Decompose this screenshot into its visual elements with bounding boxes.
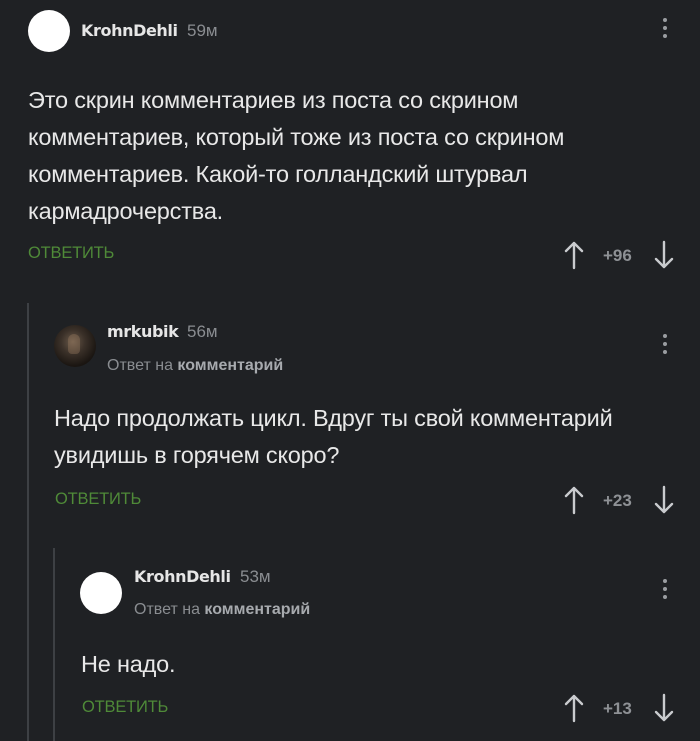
avatar[interactable] bbox=[80, 572, 122, 614]
comment-time: 56м bbox=[187, 322, 218, 341]
comment-text: Не надо. bbox=[81, 651, 176, 677]
reply-to-prefix: Ответ на bbox=[134, 601, 205, 618]
comment-username[interactable]: mrkubik bbox=[107, 322, 179, 341]
thread-line-level-1 bbox=[27, 303, 29, 741]
thread-line-level-2 bbox=[53, 548, 55, 741]
avatar[interactable] bbox=[28, 10, 70, 52]
arrow-up-icon[interactable] bbox=[564, 240, 584, 270]
comment-time: 53м bbox=[240, 567, 271, 586]
arrow-down-icon[interactable] bbox=[654, 485, 674, 515]
kebab-menu-icon[interactable] bbox=[662, 334, 668, 360]
avatar[interactable] bbox=[54, 325, 96, 367]
arrow-up-icon[interactable] bbox=[564, 485, 584, 515]
arrow-up-icon[interactable] bbox=[564, 693, 584, 723]
reply-to-link[interactable]: комментарий bbox=[177, 357, 283, 374]
arrow-down-icon[interactable] bbox=[654, 240, 674, 270]
vote-score: +96 bbox=[603, 246, 632, 265]
reply-button[interactable]: ОТВЕТИТЬ bbox=[28, 244, 114, 263]
vote-score: +13 bbox=[603, 699, 632, 718]
comment-text: Надо продолжать цикл. Вдруг ты свой комм… bbox=[54, 405, 613, 468]
comment-username[interactable]: KrohnDehli bbox=[81, 21, 178, 40]
reply-to-label: Ответ на комментарий bbox=[107, 357, 283, 375]
comment-username[interactable]: KrohnDehli bbox=[134, 567, 231, 586]
reply-button[interactable]: ОТВЕТИТЬ bbox=[82, 698, 168, 717]
arrow-down-icon[interactable] bbox=[654, 693, 674, 723]
reply-to-link[interactable]: комментарий bbox=[204, 601, 310, 618]
kebab-menu-icon[interactable] bbox=[662, 579, 668, 605]
vote-score: +23 bbox=[603, 491, 632, 510]
reply-button[interactable]: ОТВЕТИТЬ bbox=[55, 490, 141, 509]
comment-text: Это скрин комментариев из поста со скрин… bbox=[28, 87, 565, 224]
comment-time: 59м bbox=[187, 21, 218, 40]
reply-to-label: Ответ на комментарий bbox=[134, 601, 310, 619]
reply-to-prefix: Ответ на bbox=[107, 357, 178, 374]
kebab-menu-icon[interactable] bbox=[662, 18, 668, 44]
